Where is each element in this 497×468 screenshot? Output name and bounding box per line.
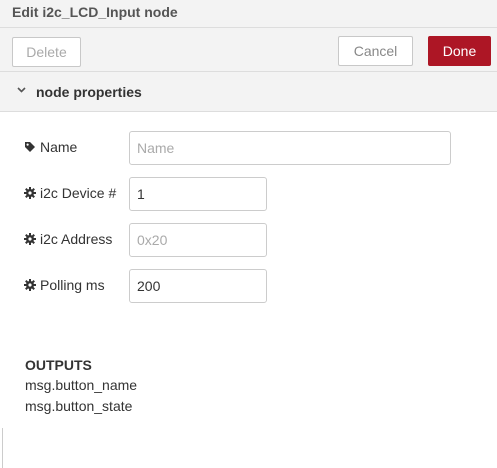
panel-edge <box>2 428 3 468</box>
gear-icon <box>24 187 36 199</box>
delete-button[interactable]: Delete <box>12 37 81 67</box>
device-label: i2c Device # <box>24 183 116 203</box>
name-label: Name <box>24 137 77 157</box>
chevron-down-icon <box>17 87 26 93</box>
output-line: msg.button_state <box>25 398 133 414</box>
name-input[interactable] <box>129 131 451 165</box>
done-button[interactable]: Done <box>428 36 491 66</box>
gear-icon <box>24 279 36 291</box>
output-line: msg.button_name <box>25 377 138 393</box>
device-label-text: i2c Device # <box>40 185 117 201</box>
section-title: node properties <box>36 84 142 100</box>
address-label: i2c Address <box>24 229 112 249</box>
name-label-text: Name <box>40 139 78 155</box>
cancel-button[interactable]: Cancel <box>338 36 413 66</box>
node-properties-header[interactable]: node properties <box>0 72 497 112</box>
address-label-text: i2c Address <box>40 231 113 247</box>
polling-label-text: Polling ms <box>40 277 105 293</box>
outputs-heading: OUTPUTS <box>25 357 92 373</box>
gear-icon <box>24 233 36 245</box>
polling-label: Polling ms <box>24 275 105 295</box>
device-input[interactable] <box>129 177 267 211</box>
address-input[interactable] <box>129 223 267 257</box>
tag-icon <box>25 142 35 152</box>
dialog-title: Edit i2c_LCD_Input node <box>0 0 497 28</box>
polling-input[interactable] <box>129 269 267 303</box>
